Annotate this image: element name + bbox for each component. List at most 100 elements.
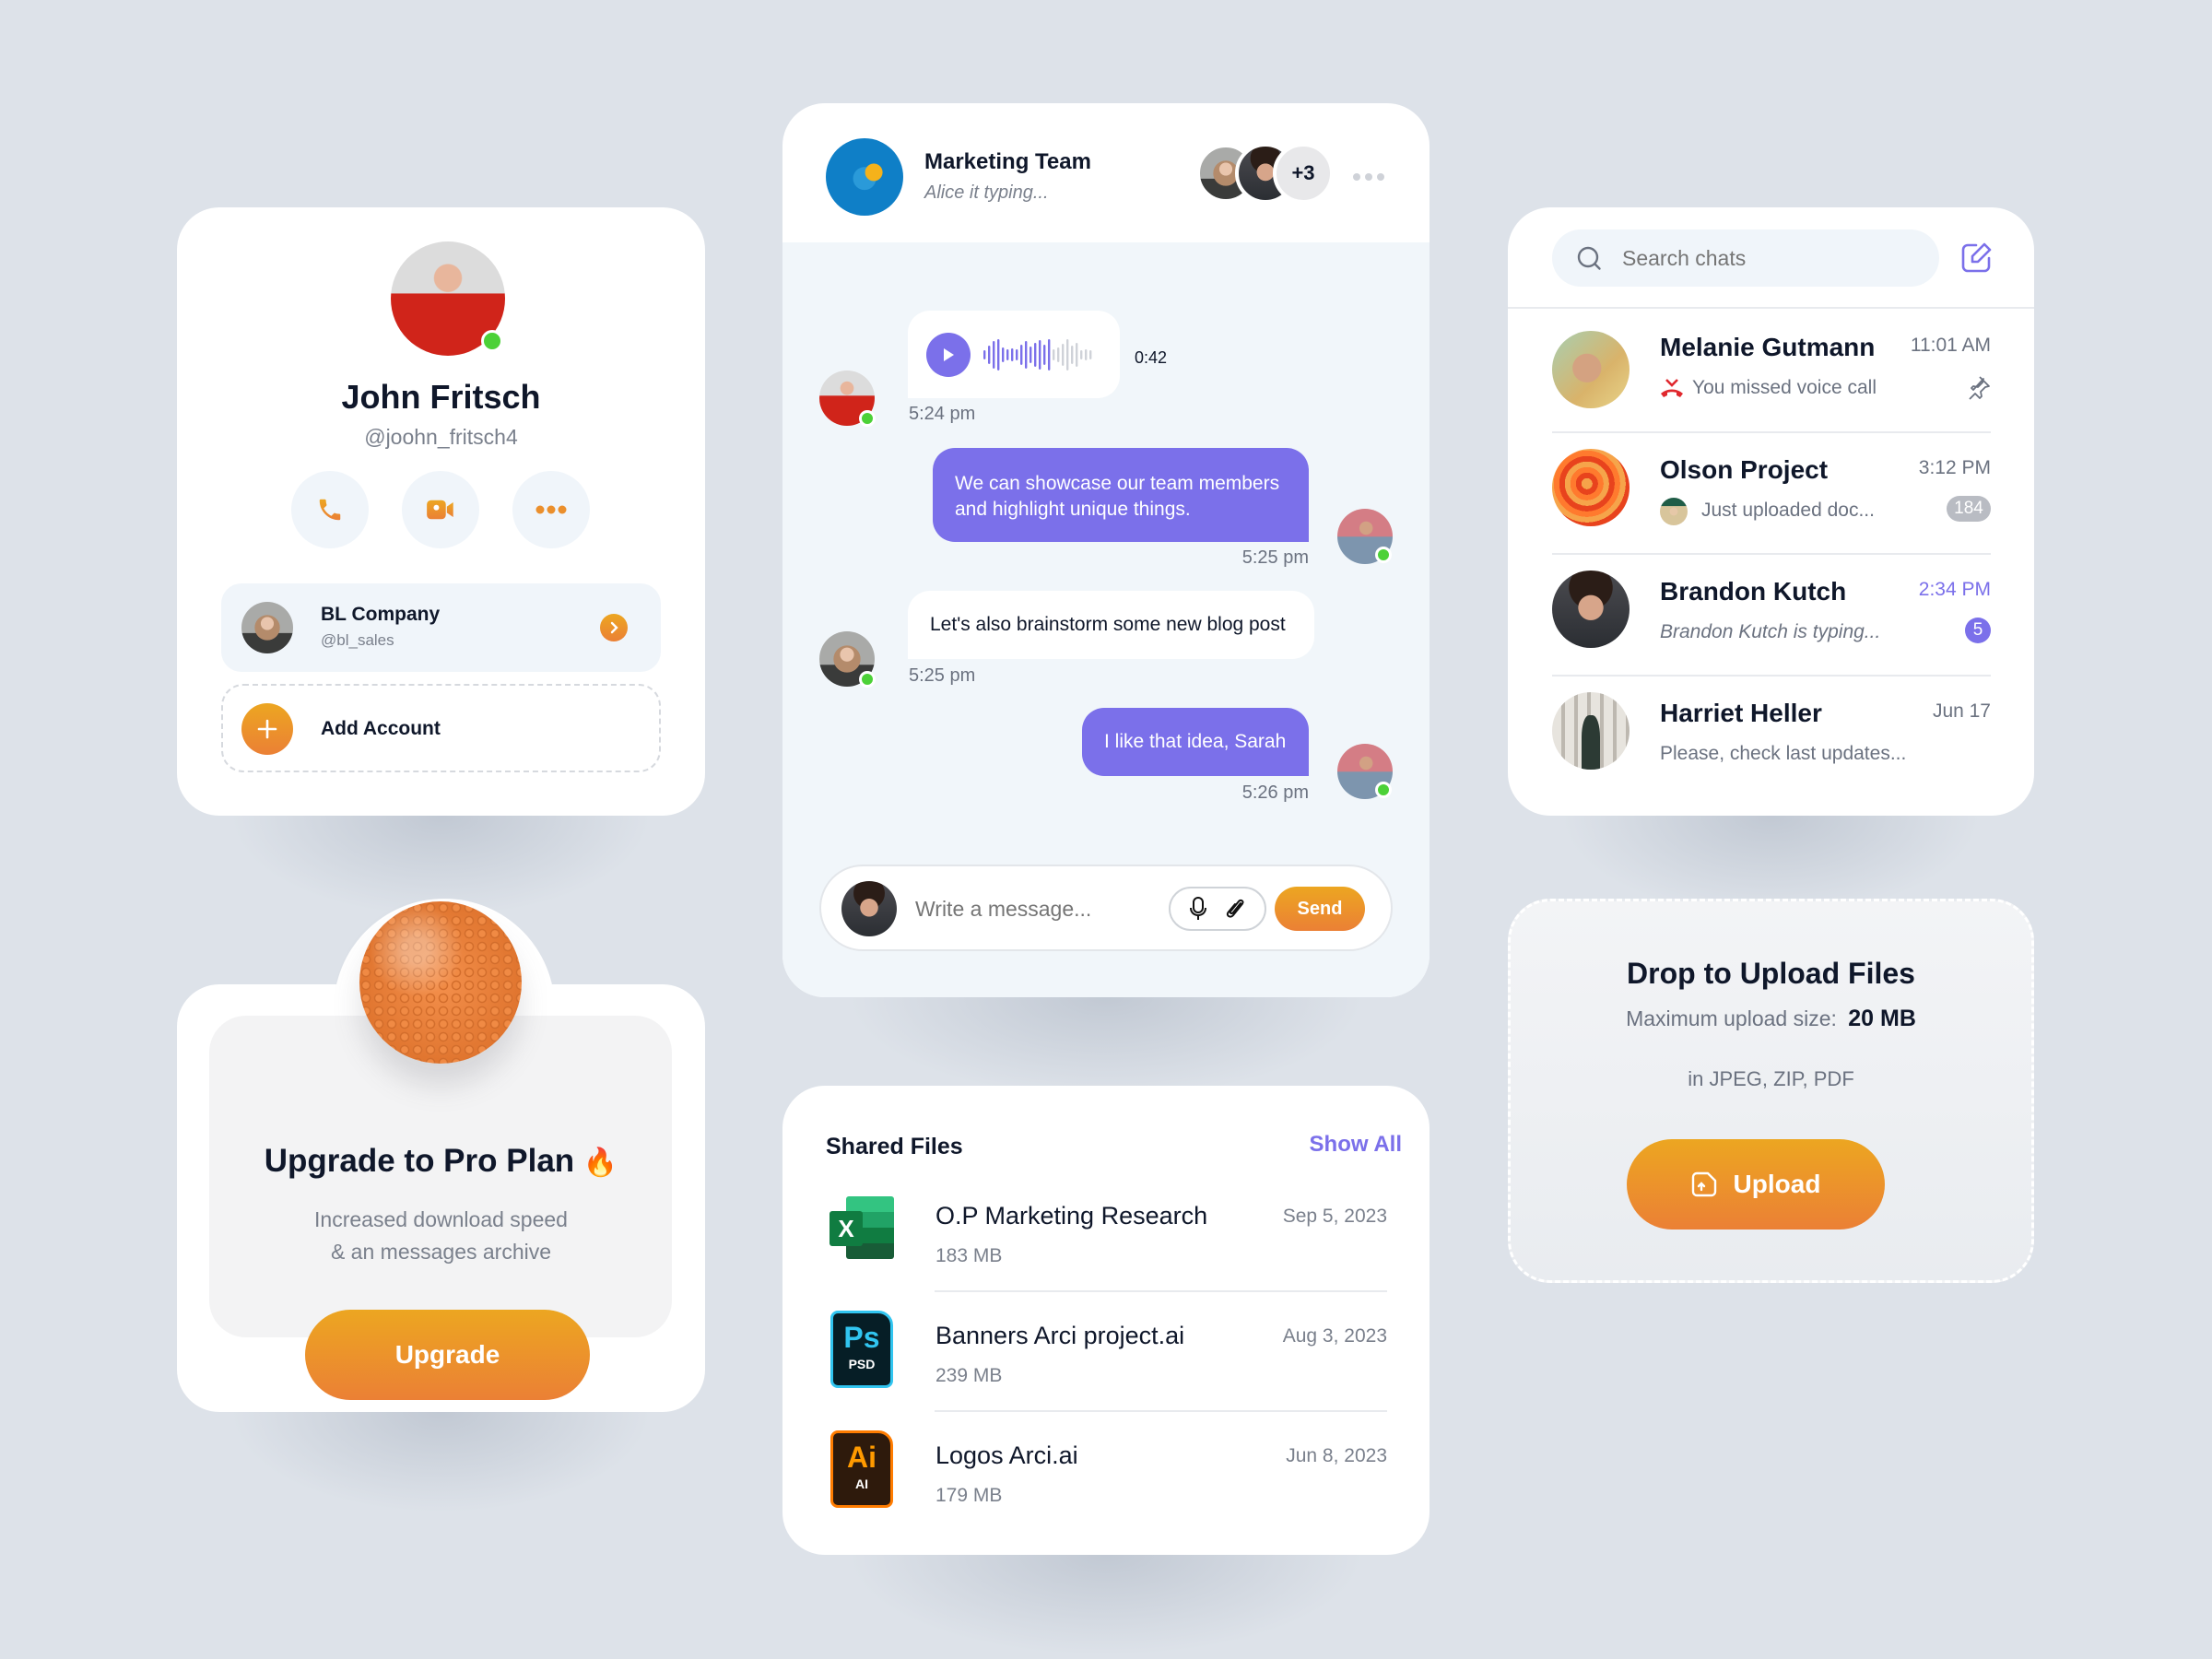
waveform-bar [1043, 345, 1046, 365]
contact-avatar [1552, 449, 1630, 526]
waveform-bar [1048, 339, 1051, 371]
chat-list-card: Melanie Gutmann 11:01 AM You missed voic… [1508, 207, 2034, 917]
search-box[interactable] [1552, 229, 1939, 287]
fire-icon: 🔥 [582, 1147, 618, 1178]
call-button[interactable] [291, 471, 369, 548]
waveform-bar [1006, 349, 1009, 360]
message-composer: Send [819, 865, 1393, 951]
chat-list-item[interactable]: Brandon Kutch 2:34 PM Brandon Kutch is t… [1508, 553, 2034, 675]
account-name: BL Company [321, 604, 441, 625]
chat-menu-button[interactable] [1352, 170, 1385, 186]
my-avatar [841, 881, 897, 936]
upgrade-button[interactable]: Upgrade [305, 1310, 590, 1400]
excel-icon-text: X [838, 1214, 854, 1242]
file-name: Logos Arci.ai [935, 1441, 1078, 1469]
upgrade-title: Upgrade to Pro Plan 🔥 [177, 1143, 705, 1180]
show-all-link[interactable]: Show All [1310, 1132, 1402, 1158]
more-icon [535, 505, 567, 514]
voice-duration: 0:42 [1135, 348, 1168, 367]
add-account-button[interactable]: Add Account [221, 684, 661, 772]
waveform-bar [1039, 340, 1041, 370]
account-avatar [241, 602, 293, 653]
message-text: Let's also brainstorm some new blog post [930, 614, 1286, 635]
waveform-bar [1066, 339, 1069, 371]
audio-waveform[interactable] [983, 338, 1094, 371]
account-row-bl-company[interactable]: BL Company @bl_sales [221, 583, 661, 672]
file-row[interactable]: Ps PSD Banners Arci project.ai 239 MB Au… [825, 1305, 1387, 1425]
file-row[interactable]: X O.P Marketing Research 183 MB Sep 5, 2… [825, 1185, 1387, 1305]
video-call-button[interactable] [402, 471, 479, 548]
file-size: 239 MB [935, 1365, 1003, 1386]
chevron-right-icon [610, 621, 618, 634]
online-indicator [859, 410, 876, 427]
add-account-label: Add Account [321, 718, 441, 739]
waveform-bar [1002, 347, 1005, 362]
ps-icon-subtext: PSD [848, 1357, 876, 1371]
chat-preview: Please, check last updates... [1660, 743, 1907, 764]
ps-icon-text: Ps [843, 1321, 880, 1354]
send-button[interactable]: Send [1275, 887, 1365, 931]
waveform-bar [1062, 344, 1065, 366]
attachment-icon[interactable] [1226, 896, 1246, 922]
microphone-icon[interactable] [1189, 896, 1207, 922]
more-options-button[interactable] [512, 471, 590, 548]
sender-mini-avatar [1660, 498, 1688, 525]
chat-list-item[interactable]: Harriet Heller Jun 17 Please, check last… [1508, 675, 2034, 796]
incoming-message: Let's also brainstorm some new blog post [908, 591, 1314, 659]
chat-window: Marketing Team Alice it typing... +3 0:4… [782, 103, 1430, 1099]
chat-title: Marketing Team [924, 149, 1091, 174]
contact-avatar [1552, 331, 1630, 408]
upload-limit-value: 20 MB [1848, 1006, 1916, 1031]
waveform-bar [1025, 341, 1028, 369]
waveform-bar [1076, 343, 1078, 367]
group-avatar[interactable] [826, 138, 903, 216]
file-row[interactable]: Ai AI Logos Arci.ai 179 MB Jun 8, 2023 [825, 1425, 1387, 1545]
chat-time: 2:34 PM [1918, 579, 1991, 600]
search-input[interactable] [1622, 242, 1917, 274]
waveform-bar [993, 341, 995, 369]
more-members-badge[interactable]: +3 [1273, 143, 1334, 204]
chat-time: 11:01 AM [1910, 335, 1991, 356]
file-name: O.P Marketing Research [935, 1202, 1208, 1230]
contact-avatar [1552, 692, 1630, 770]
ai-icon-text: Ai [847, 1441, 877, 1474]
online-indicator [859, 671, 876, 688]
chat-preview: You missed voice call [1692, 377, 1877, 398]
online-indicator [1375, 782, 1392, 798]
upload-button[interactable]: Upload [1627, 1139, 1885, 1230]
phone-icon [319, 499, 341, 521]
online-indicator [481, 330, 503, 352]
account-handle: @bl_sales [321, 631, 394, 649]
waveform-bar [1085, 349, 1088, 360]
upload-button-label: Upload [1733, 1170, 1821, 1198]
more-horizontal-icon [1353, 173, 1384, 181]
upload-title: Drop to Upload Files [1627, 957, 1915, 990]
unread-count-badge: 5 [1965, 618, 1991, 643]
upload-limit: Maximum upload size: 20 MB [1511, 1006, 2031, 1032]
upgrade-title-text: Upgrade to Pro Plan [264, 1143, 575, 1179]
chat-typing-status: Alice it typing... [924, 182, 1049, 203]
upgrade-card: Upgrade to Pro Plan 🔥 Increased download… [177, 901, 705, 1513]
waveform-bar [1071, 346, 1074, 364]
message-text-line1: We can showcase our team members [955, 473, 1280, 494]
profile-handle: @joohn_fritsch4 [364, 425, 518, 449]
ai-icon-subtext: AI [855, 1477, 868, 1491]
more-members-count: +3 [1291, 161, 1315, 184]
contact-name: Harriet Heller [1660, 699, 1822, 727]
compose-button[interactable] [1959, 241, 1993, 279]
contact-name: Brandon Kutch [1660, 577, 1847, 606]
waveform-bar [1057, 347, 1060, 362]
chat-list-item[interactable]: Olson Project 3:12 PM Just uploaded doc.… [1508, 431, 2034, 553]
play-button[interactable] [926, 333, 971, 377]
pin-icon[interactable] [1967, 375, 1991, 401]
file-size: 183 MB [935, 1245, 1003, 1266]
message-input[interactable] [915, 890, 1136, 927]
waveform-bar [1080, 350, 1083, 359]
file-date: Jun 8, 2023 [1286, 1445, 1387, 1466]
waveform-bar [1011, 348, 1014, 361]
excel-file-icon: X [830, 1196, 896, 1263]
chat-list-item[interactable]: Melanie Gutmann 11:01 AM You missed voic… [1508, 309, 2034, 430]
account-chevron-button[interactable] [600, 614, 628, 641]
upload-dropzone[interactable]: Drop to Upload Files Maximum upload size… [1508, 899, 2034, 1283]
profile-card: John Fritsch @joohn_fritsch4 BL Company … [177, 207, 705, 917]
